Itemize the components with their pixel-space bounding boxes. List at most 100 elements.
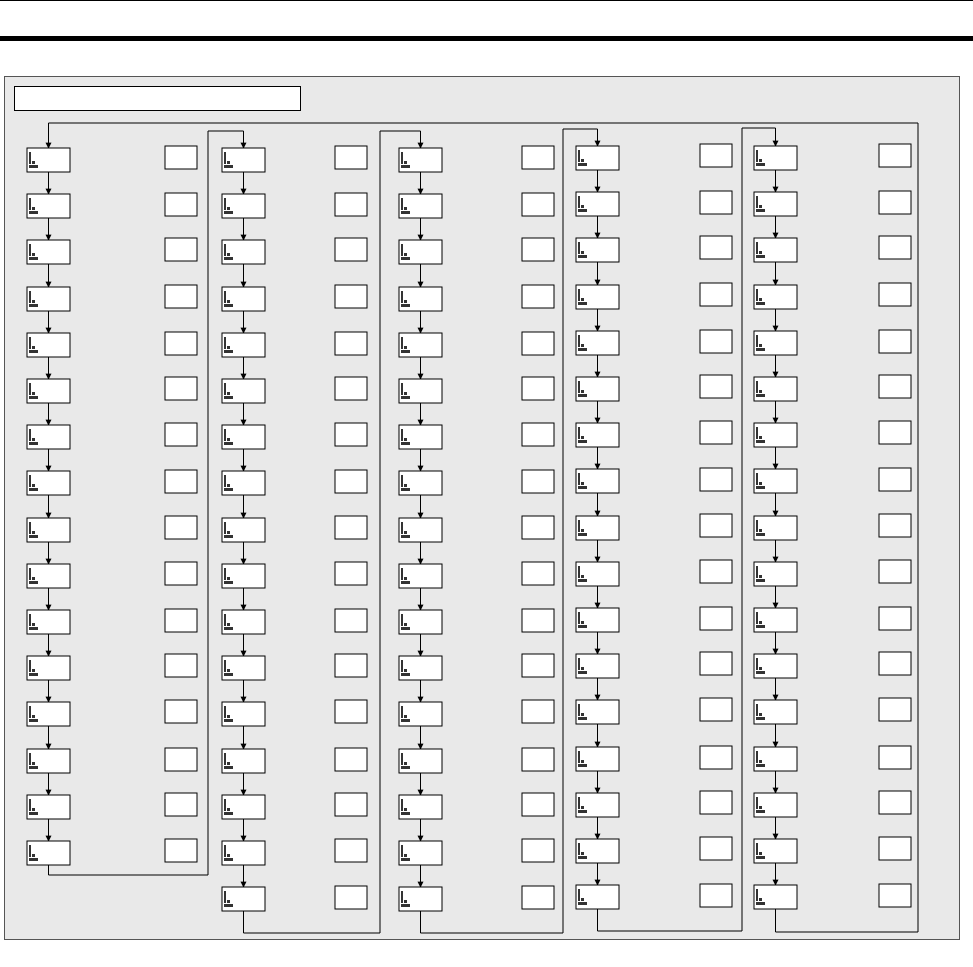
- value-box: [878, 651, 912, 676]
- value-box: [521, 653, 555, 678]
- screen-node: [398, 563, 443, 589]
- screen-node: [398, 886, 443, 912]
- screen-node: [221, 701, 266, 727]
- screen-node: [575, 237, 620, 263]
- screen-node: [221, 840, 266, 866]
- screen-node: [753, 838, 798, 864]
- value-box: [878, 745, 912, 770]
- screen-node: [398, 794, 443, 820]
- screen-node: [221, 424, 266, 450]
- value-box: [521, 331, 555, 356]
- screen-node: [26, 655, 71, 681]
- value-box: [521, 145, 555, 170]
- value-box: [699, 559, 733, 584]
- value-box: [164, 653, 198, 678]
- value-box: [521, 885, 555, 910]
- screen-node: [221, 563, 266, 589]
- screen-node: [221, 794, 266, 820]
- value-box: [699, 190, 733, 215]
- screen-node: [575, 191, 620, 217]
- value-box: [334, 838, 368, 863]
- screen-node: [26, 286, 71, 312]
- value-box: [878, 467, 912, 492]
- screen-node: [575, 838, 620, 864]
- value-box: [521, 838, 555, 863]
- screen-node: [398, 332, 443, 358]
- screen-node: [753, 653, 798, 679]
- value-box: [878, 697, 912, 722]
- value-box: [164, 515, 198, 540]
- screen-node: [575, 330, 620, 356]
- value-box: [164, 792, 198, 817]
- screen-node: [753, 607, 798, 633]
- value-box: [878, 235, 912, 260]
- screen-node: [26, 563, 71, 589]
- value-box: [334, 192, 368, 217]
- screen-node: [398, 701, 443, 727]
- value-box: [699, 282, 733, 307]
- value-box: [164, 747, 198, 772]
- value-box: [699, 329, 733, 354]
- value-box: [878, 883, 912, 908]
- value-box: [699, 651, 733, 676]
- value-box: [699, 235, 733, 260]
- value-box: [334, 331, 368, 356]
- screen-node: [398, 609, 443, 635]
- value-box: [878, 190, 912, 215]
- value-box: [334, 653, 368, 678]
- screen-node: [221, 286, 266, 312]
- value-box: [164, 469, 198, 494]
- value-box: [699, 374, 733, 399]
- value-box: [521, 699, 555, 724]
- screen-node: [26, 701, 71, 727]
- screen-node: [575, 284, 620, 310]
- value-box: [521, 515, 555, 540]
- value-box: [521, 608, 555, 633]
- screen-node: [753, 746, 798, 772]
- screen-node: [575, 561, 620, 587]
- screen-node: [398, 147, 443, 173]
- screen-node: [753, 330, 798, 356]
- screen-node: [398, 239, 443, 265]
- screen-node: [26, 424, 71, 450]
- screen-node: [575, 468, 620, 494]
- value-box: [334, 792, 368, 817]
- screen-node: [221, 470, 266, 496]
- screen-node: [575, 884, 620, 910]
- value-box: [699, 790, 733, 815]
- screen-node: [398, 193, 443, 219]
- value-box: [521, 792, 555, 817]
- screen-node: [26, 794, 71, 820]
- screen-node: [753, 884, 798, 910]
- value-box: [521, 192, 555, 217]
- value-box: [699, 513, 733, 538]
- screen-node: [26, 332, 71, 358]
- screen-node: [398, 840, 443, 866]
- value-box: [878, 143, 912, 168]
- screen-node: [753, 699, 798, 725]
- value-box: [521, 284, 555, 309]
- value-box: [334, 515, 368, 540]
- value-box: [699, 143, 733, 168]
- value-box: [164, 192, 198, 217]
- screen-node: [753, 422, 798, 448]
- screen-node: [753, 376, 798, 402]
- screen-node: [26, 609, 71, 635]
- value-box: [878, 329, 912, 354]
- screen-node: [221, 147, 266, 173]
- screen-node: [753, 515, 798, 541]
- value-box: [334, 422, 368, 447]
- value-box: [521, 469, 555, 494]
- flow-diagram: [26, 122, 919, 934]
- value-box: [878, 420, 912, 445]
- screen-node: [26, 517, 71, 543]
- screen-node: [753, 237, 798, 263]
- value-box: [878, 374, 912, 399]
- screen-node: [221, 332, 266, 358]
- screen-node: [398, 655, 443, 681]
- value-box: [334, 145, 368, 170]
- screen-node: [753, 191, 798, 217]
- screen-node: [221, 748, 266, 774]
- value-box: [878, 282, 912, 307]
- value-box: [521, 376, 555, 401]
